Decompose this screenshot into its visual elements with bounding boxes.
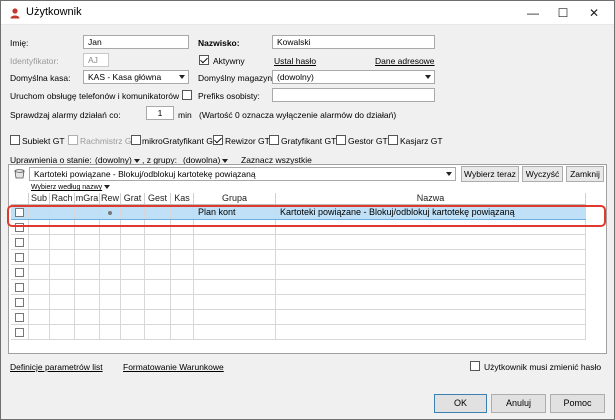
personal-prefix-label: Prefiks osobisty: — [198, 91, 260, 101]
active-checkbox[interactable] — [199, 55, 209, 65]
chevron-down-icon — [446, 172, 452, 176]
app-icon — [10, 8, 20, 19]
last-name-label: Nazwisko: — [198, 38, 240, 48]
first-name-input[interactable]: Jan — [83, 35, 189, 49]
role-checkbox-gratyfikant[interactable] — [269, 135, 279, 145]
choose-by-name-dropdown[interactable]: Wybierz według nazwy — [31, 184, 111, 191]
minimize-button[interactable]: — — [518, 1, 548, 25]
table-row[interactable] — [11, 264, 586, 280]
table-row[interactable] — [11, 249, 586, 265]
role-checkbox-rewizor[interactable] — [213, 135, 223, 145]
table-row[interactable] — [11, 309, 586, 325]
role-label-gestor: Gestor GT — [348, 136, 388, 146]
table-row[interactable] — [11, 234, 586, 250]
alarms-note: (Wartość 0 oznacza wyłączenie alarmów do… — [199, 110, 397, 120]
must-change-password-label: Użytkownik musi zmienić hasło — [484, 362, 602, 372]
close-search-button[interactable]: Zamknij — [566, 166, 604, 182]
search-select[interactable]: Kartoteki powiązane - Blokuj/odblokuj ka… — [29, 167, 456, 181]
maximize-button[interactable]: ☐ — [548, 1, 578, 25]
default-warehouse-label: Domyślny magazyn: — [198, 73, 275, 83]
first-name-label: Imię: — [10, 38, 29, 48]
role-label-kasjarz: Kasjarz GT — [400, 136, 443, 146]
row-checkbox[interactable] — [15, 312, 24, 322]
permissions-panel: Kartoteki powiązane - Blokuj/odblokuj ka… — [8, 164, 607, 354]
must-change-password-checkbox[interactable] — [470, 361, 480, 371]
row-checkbox[interactable] — [15, 267, 24, 277]
column-header-grupa[interactable]: Grupa — [193, 193, 276, 205]
role-label-rachmistrz: Rachmistrz GT — [80, 136, 137, 146]
chevron-down-icon — [104, 185, 111, 190]
phones-label: Uruchom obsługę telefonów i komunikatoró… — [10, 91, 180, 101]
column-header-grat[interactable]: Grat — [120, 193, 145, 205]
window-title: Użytkownik — [26, 6, 82, 18]
cancel-button[interactable]: Anuluj — [491, 394, 546, 413]
last-name-input[interactable]: Kowalski — [272, 35, 435, 49]
set-password-link[interactable]: Ustal hasło — [274, 56, 316, 66]
identifier-label: Identyfikator: — [10, 56, 59, 66]
role-checkbox-mikrogratyfikant[interactable] — [131, 135, 141, 145]
role-label-mikrogratyfikant: mikroGratyfikant GT — [142, 136, 219, 146]
default-cash-label: Domyślna kasa: — [10, 73, 71, 83]
role-checkbox-subiekt[interactable] — [10, 135, 20, 145]
grid-header: Sub Rach mGra Rew Grat Gest Kas Grupa Na… — [11, 193, 586, 205]
user-dialog: Użytkownik — ☐ ✕ Imię: Jan Nazwisko: Kow… — [0, 0, 615, 420]
column-header-mgra[interactable]: mGra — [74, 193, 100, 205]
identifier-input: AJ — [83, 53, 109, 67]
column-header-nazwa[interactable]: Nazwa — [275, 193, 586, 205]
address-data-link[interactable]: Dane adresowe — [375, 56, 435, 66]
default-cash-select[interactable]: KAS - Kasa główna — [83, 70, 189, 84]
clear-button[interactable]: Wyczyść — [522, 166, 563, 182]
help-button[interactable]: Pomoc — [550, 394, 605, 413]
chevron-down-icon — [179, 75, 185, 79]
row-checkbox[interactable] — [15, 237, 24, 247]
row-checkbox[interactable] — [15, 282, 24, 292]
column-header-gest[interactable]: Gest — [144, 193, 171, 205]
default-cash-value: KAS - Kasa główna — [88, 72, 162, 82]
column-header-check[interactable] — [11, 193, 29, 205]
search-value: Kartoteki powiązane - Blokuj/odblokuj ka… — [34, 169, 256, 179]
table-row[interactable] — [11, 279, 586, 295]
table-row[interactable] — [11, 324, 586, 340]
column-header-rew[interactable]: Rew — [99, 193, 121, 205]
choose-by-name-label: Wybierz według nazwy — [31, 184, 103, 191]
close-button[interactable]: ✕ — [579, 1, 609, 25]
row-checkbox[interactable] — [15, 252, 24, 262]
row-checkbox[interactable] — [15, 327, 24, 337]
role-label-gratyfikant: Gratyfikant GT — [281, 136, 337, 146]
default-warehouse-value: (dowolny) — [277, 72, 314, 82]
role-checkbox-gestor[interactable] — [336, 135, 346, 145]
selected-row-highlight — [7, 205, 606, 227]
alarms-interval-input[interactable]: 1 — [146, 106, 174, 120]
role-checkbox-kasjarz[interactable] — [388, 135, 398, 145]
alarms-unit: min — [178, 110, 192, 120]
ok-button[interactable]: OK — [434, 394, 487, 413]
column-header-kas[interactable]: Kas — [170, 193, 194, 205]
role-label-rewizor: Rewizor GT — [225, 136, 270, 146]
conditional-format-link[interactable]: Formatowanie Warunkowe — [123, 362, 224, 372]
alarms-label: Sprawdzaj alarmy działań co: — [10, 110, 121, 120]
role-label-subiekt: Subiekt GT — [22, 136, 65, 146]
column-header-sub[interactable]: Sub — [28, 193, 50, 205]
chevron-down-icon — [425, 75, 431, 79]
filter-bucket-icon[interactable] — [14, 169, 25, 179]
list-params-link[interactable]: Definicje parametrów list — [10, 362, 103, 372]
role-checkbox-rachmistrz — [68, 135, 78, 145]
chevron-down-icon — [133, 158, 140, 163]
row-checkbox[interactable] — [15, 297, 24, 307]
active-label: Aktywny — [213, 56, 245, 66]
title-bar: Użytkownik — ☐ ✕ — [1, 1, 614, 25]
default-warehouse-select[interactable]: (dowolny) — [272, 70, 435, 84]
chevron-down-icon — [222, 158, 229, 163]
choose-now-button[interactable]: Wybierz teraz — [461, 166, 519, 182]
personal-prefix-input[interactable] — [272, 88, 435, 102]
column-header-rach[interactable]: Rach — [49, 193, 75, 205]
phones-checkbox[interactable] — [182, 90, 192, 100]
table-row[interactable] — [11, 294, 586, 310]
